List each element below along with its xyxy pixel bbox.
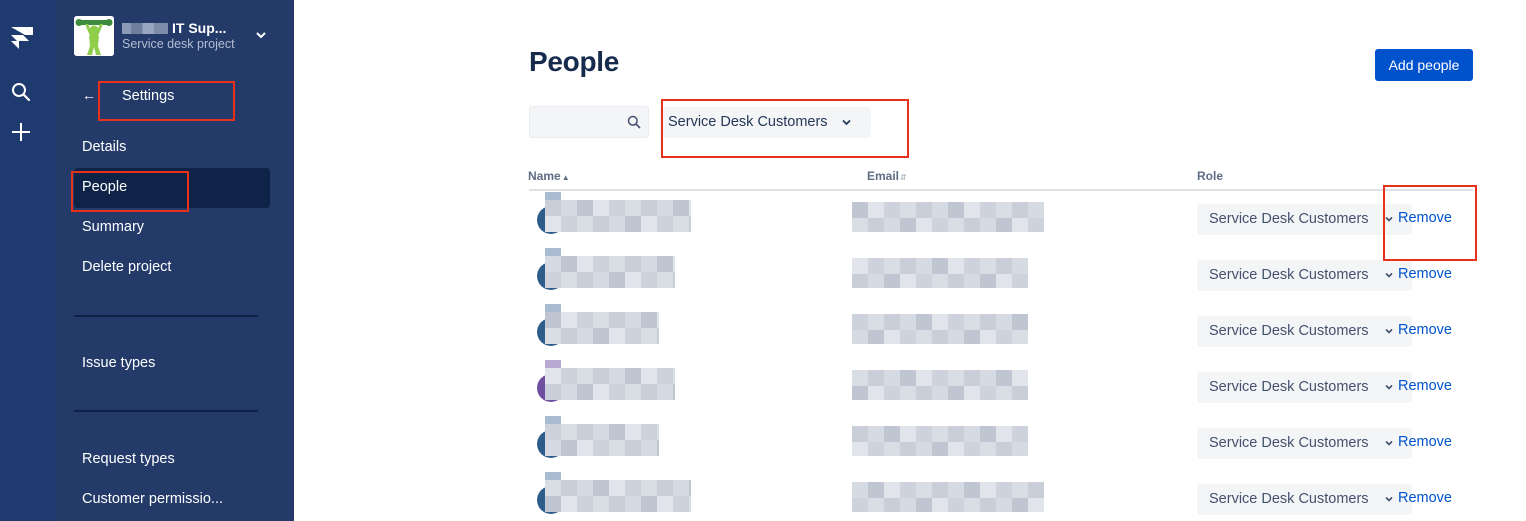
role-select-label: Service Desk Customers — [1209, 267, 1369, 283]
sidebar-item-summary[interactable]: Summary — [74, 208, 270, 248]
role-select-label: Service Desk Customers — [1209, 211, 1369, 227]
redacted-email — [852, 314, 1028, 344]
role-select[interactable]: Service Desk Customers — [1197, 428, 1412, 459]
role-select[interactable]: Service Desk Customers — [1197, 204, 1412, 235]
plus-icon[interactable] — [11, 122, 31, 142]
role-select[interactable]: Service Desk Customers — [1197, 372, 1412, 403]
app-root: IT Sup... Service desk project ← Setting… — [0, 0, 1526, 521]
jira-logo-icon[interactable] — [9, 23, 35, 51]
project-type: Service desk project — [122, 37, 235, 51]
redacted-email — [852, 370, 1028, 400]
project-name[interactable]: IT Sup... — [122, 20, 252, 36]
redacted-name — [545, 472, 691, 512]
table-row: Service Desk Customers Remove — [529, 192, 1473, 248]
role-select-label: Service Desk Customers — [1209, 435, 1369, 451]
remove-link[interactable]: Remove — [1398, 378, 1452, 394]
column-header-name-label: Name — [528, 169, 561, 183]
column-header-email-label: Email — [867, 169, 900, 183]
sidebar-item-delete-project[interactable]: Delete project — [74, 248, 270, 288]
redacted-name — [545, 304, 659, 344]
chevron-down-icon — [1385, 272, 1393, 278]
role-select-label: Service Desk Customers — [1209, 491, 1369, 507]
remove-link[interactable]: Remove — [1398, 266, 1452, 282]
project-name-label: IT Sup... — [172, 20, 227, 36]
search-icon[interactable] — [11, 82, 31, 102]
annotation-box-people — [71, 171, 189, 212]
role-select-label: Service Desk Customers — [1209, 379, 1369, 395]
global-nav — [0, 0, 56, 521]
role-select[interactable]: Service Desk Customers — [1197, 484, 1412, 515]
redacted-name — [545, 416, 659, 456]
sidebar-item-details[interactable]: Details — [74, 128, 270, 168]
table-row: Service Desk Customers Remove — [529, 248, 1473, 304]
role-select[interactable]: Service Desk Customers — [1197, 260, 1412, 291]
annotation-box-settings — [98, 81, 235, 121]
sort-asc-icon: ▲ — [561, 173, 570, 182]
redacted-name — [545, 248, 675, 288]
page-title: People — [529, 46, 620, 77]
search-icon — [627, 115, 641, 129]
column-header-role: Role — [1197, 169, 1223, 183]
sidebar-item-customer-permissions[interactable]: Customer permissio... — [74, 480, 270, 520]
table-row: Service Desk Customers Remove — [529, 360, 1473, 416]
sidebar-item-issue-types[interactable]: Issue types — [74, 344, 270, 384]
chevron-down-icon — [1385, 384, 1393, 390]
project-sidebar: IT Sup... Service desk project ← Setting… — [56, 0, 294, 521]
remove-link[interactable]: Remove — [1398, 322, 1452, 338]
column-header-name[interactable]: Name▲ — [528, 169, 570, 183]
arrow-left-icon[interactable]: ← — [82, 87, 96, 103]
role-select-label: Service Desk Customers — [1209, 323, 1369, 339]
redacted-name — [545, 360, 675, 400]
chevron-down-icon[interactable] — [254, 28, 268, 42]
sidebar-item-request-types[interactable]: Request types — [74, 440, 270, 480]
project-avatar-icon[interactable] — [74, 16, 114, 56]
table-row: Service Desk Customers Remove — [529, 472, 1473, 521]
redacted-email — [852, 202, 1044, 232]
chevron-down-icon — [1385, 496, 1393, 502]
search-field[interactable] — [529, 106, 649, 138]
chevron-down-icon — [1385, 328, 1393, 334]
sidebar-divider — [74, 315, 258, 317]
annotation-box-remove — [1383, 185, 1477, 261]
table-row: Service Desk Customers Remove — [529, 304, 1473, 360]
chevron-down-icon — [1385, 440, 1393, 446]
redacted-name — [545, 192, 691, 232]
column-header-email[interactable]: Email⇵ — [867, 169, 907, 183]
redacted-email — [852, 426, 1028, 456]
remove-link[interactable]: Remove — [1398, 490, 1452, 506]
redacted-text — [122, 23, 168, 34]
redacted-email — [852, 258, 1028, 288]
annotation-box-role-filter — [661, 99, 909, 158]
table-row: Service Desk Customers Remove — [529, 416, 1473, 472]
sidebar-divider — [74, 410, 258, 412]
remove-link[interactable]: Remove — [1398, 434, 1452, 450]
sort-icon: ⇵ — [900, 173, 907, 182]
search-input[interactable] — [536, 113, 620, 131]
table-header-rule — [529, 189, 1473, 191]
role-select[interactable]: Service Desk Customers — [1197, 316, 1412, 347]
column-header-role-label: Role — [1197, 169, 1224, 183]
add-people-button[interactable]: Add people — [1375, 49, 1473, 81]
redacted-email — [852, 482, 1044, 512]
